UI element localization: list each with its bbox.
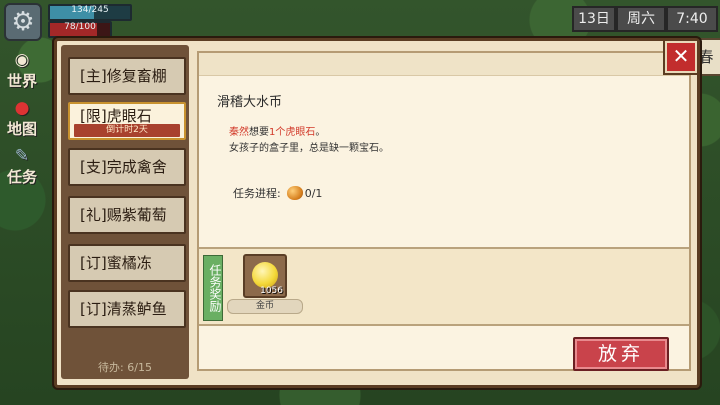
- quest-item[interactable]: [礼]赐紫葡萄: [68, 196, 186, 234]
- quest-item-selected[interactable]: [限]虎眼石 倒计时2天: [68, 102, 186, 140]
- day-display: 13日: [572, 6, 616, 32]
- desc-end: 。: [315, 127, 326, 138]
- close-button[interactable]: ✕: [663, 39, 699, 75]
- health-bar: 78/100: [48, 21, 112, 38]
- progress-label: 任务进程:: [233, 187, 281, 200]
- world-label: 世界: [6, 72, 37, 90]
- quest-item[interactable]: [主]修复畜棚: [68, 57, 186, 95]
- tiger-eye-stone-icon: [286, 186, 303, 200]
- quest-label: 任务: [6, 168, 37, 186]
- quest-list: [主]修复畜棚 [限]虎眼石 倒计时2天 [支]完成禽舍 [礼]赐紫葡萄 [订]…: [61, 45, 189, 379]
- quest-item-label: [订]蜜橘冻: [80, 254, 152, 272]
- quest-item-label: [礼]赐紫葡萄: [80, 206, 167, 224]
- quest-flavor-text: 女孩子的盒子里，总是缺一颗宝石。: [229, 143, 389, 154]
- map-pin-icon: ●: [14, 98, 30, 118]
- required-item: 1个虎眼石: [269, 127, 316, 138]
- quest-title: 滑稽大水币: [217, 95, 283, 110]
- close-icon: ✕: [672, 44, 690, 68]
- quest-description: 秦然想要1个虎眼石。: [229, 123, 325, 138]
- reward-slot[interactable]: 1056: [243, 254, 287, 298]
- energy-bar: 134/245: [48, 4, 132, 21]
- reward-tag: 任务奖励: [203, 255, 223, 321]
- quest-item[interactable]: [支]完成禽舍: [68, 148, 186, 186]
- quest-item-label: [支]完成禽舍: [80, 158, 167, 176]
- gear-icon: ⚙: [11, 7, 35, 37]
- gold-coin-icon: [252, 262, 278, 288]
- health-text: 78/100: [64, 22, 96, 32]
- quest-button[interactable]: ✎ 任务: [2, 146, 42, 186]
- map-button[interactable]: ● 地图: [2, 98, 42, 138]
- progress-value: 0/1: [304, 186, 323, 200]
- world-icon: ◉: [14, 50, 30, 70]
- countdown-badge: 倒计时2天: [74, 124, 180, 137]
- quest-item-label: [订]清蒸鲈鱼: [80, 300, 167, 318]
- give-up-button[interactable]: 放弃: [573, 337, 669, 371]
- quest-window: [主]修复畜棚 [限]虎眼石 倒计时2天 [支]完成禽舍 [礼]赐紫葡萄 [订]…: [54, 38, 700, 388]
- quest-item-label: [主]修复畜棚: [80, 67, 167, 85]
- quest-icon: ✎: [14, 146, 30, 166]
- detail-banner: [199, 53, 689, 76]
- quest-item[interactable]: [订]蜜橘冻: [68, 244, 186, 282]
- world-button[interactable]: ◉ 世界: [2, 50, 42, 90]
- quest-item[interactable]: [订]清蒸鲈鱼: [68, 290, 186, 328]
- reward-name: 金币: [227, 299, 303, 314]
- energy-text: 134/245: [71, 5, 109, 15]
- pending-count: 待办: 6/15: [98, 361, 152, 374]
- map-label: 地图: [6, 120, 37, 138]
- quest-detail-panel: 滑稽大水币 秦然想要1个虎眼石。 女孩子的盒子里，总是缺一颗宝石。 任务进程: …: [197, 51, 691, 371]
- reward-area: 任务奖励 1056 金币: [199, 247, 689, 326]
- quest-item-label: [限]虎眼石: [80, 107, 152, 125]
- settings-button[interactable]: ⚙: [4, 3, 42, 41]
- weekday-display: 周六: [616, 6, 666, 32]
- time-display: 7:40: [666, 6, 718, 32]
- quest-progress: 任务进程: 0/1: [233, 185, 322, 201]
- reward-quantity: 1056: [260, 286, 283, 296]
- desc-text: 想要: [249, 127, 269, 138]
- npc-name: 秦然: [229, 127, 249, 138]
